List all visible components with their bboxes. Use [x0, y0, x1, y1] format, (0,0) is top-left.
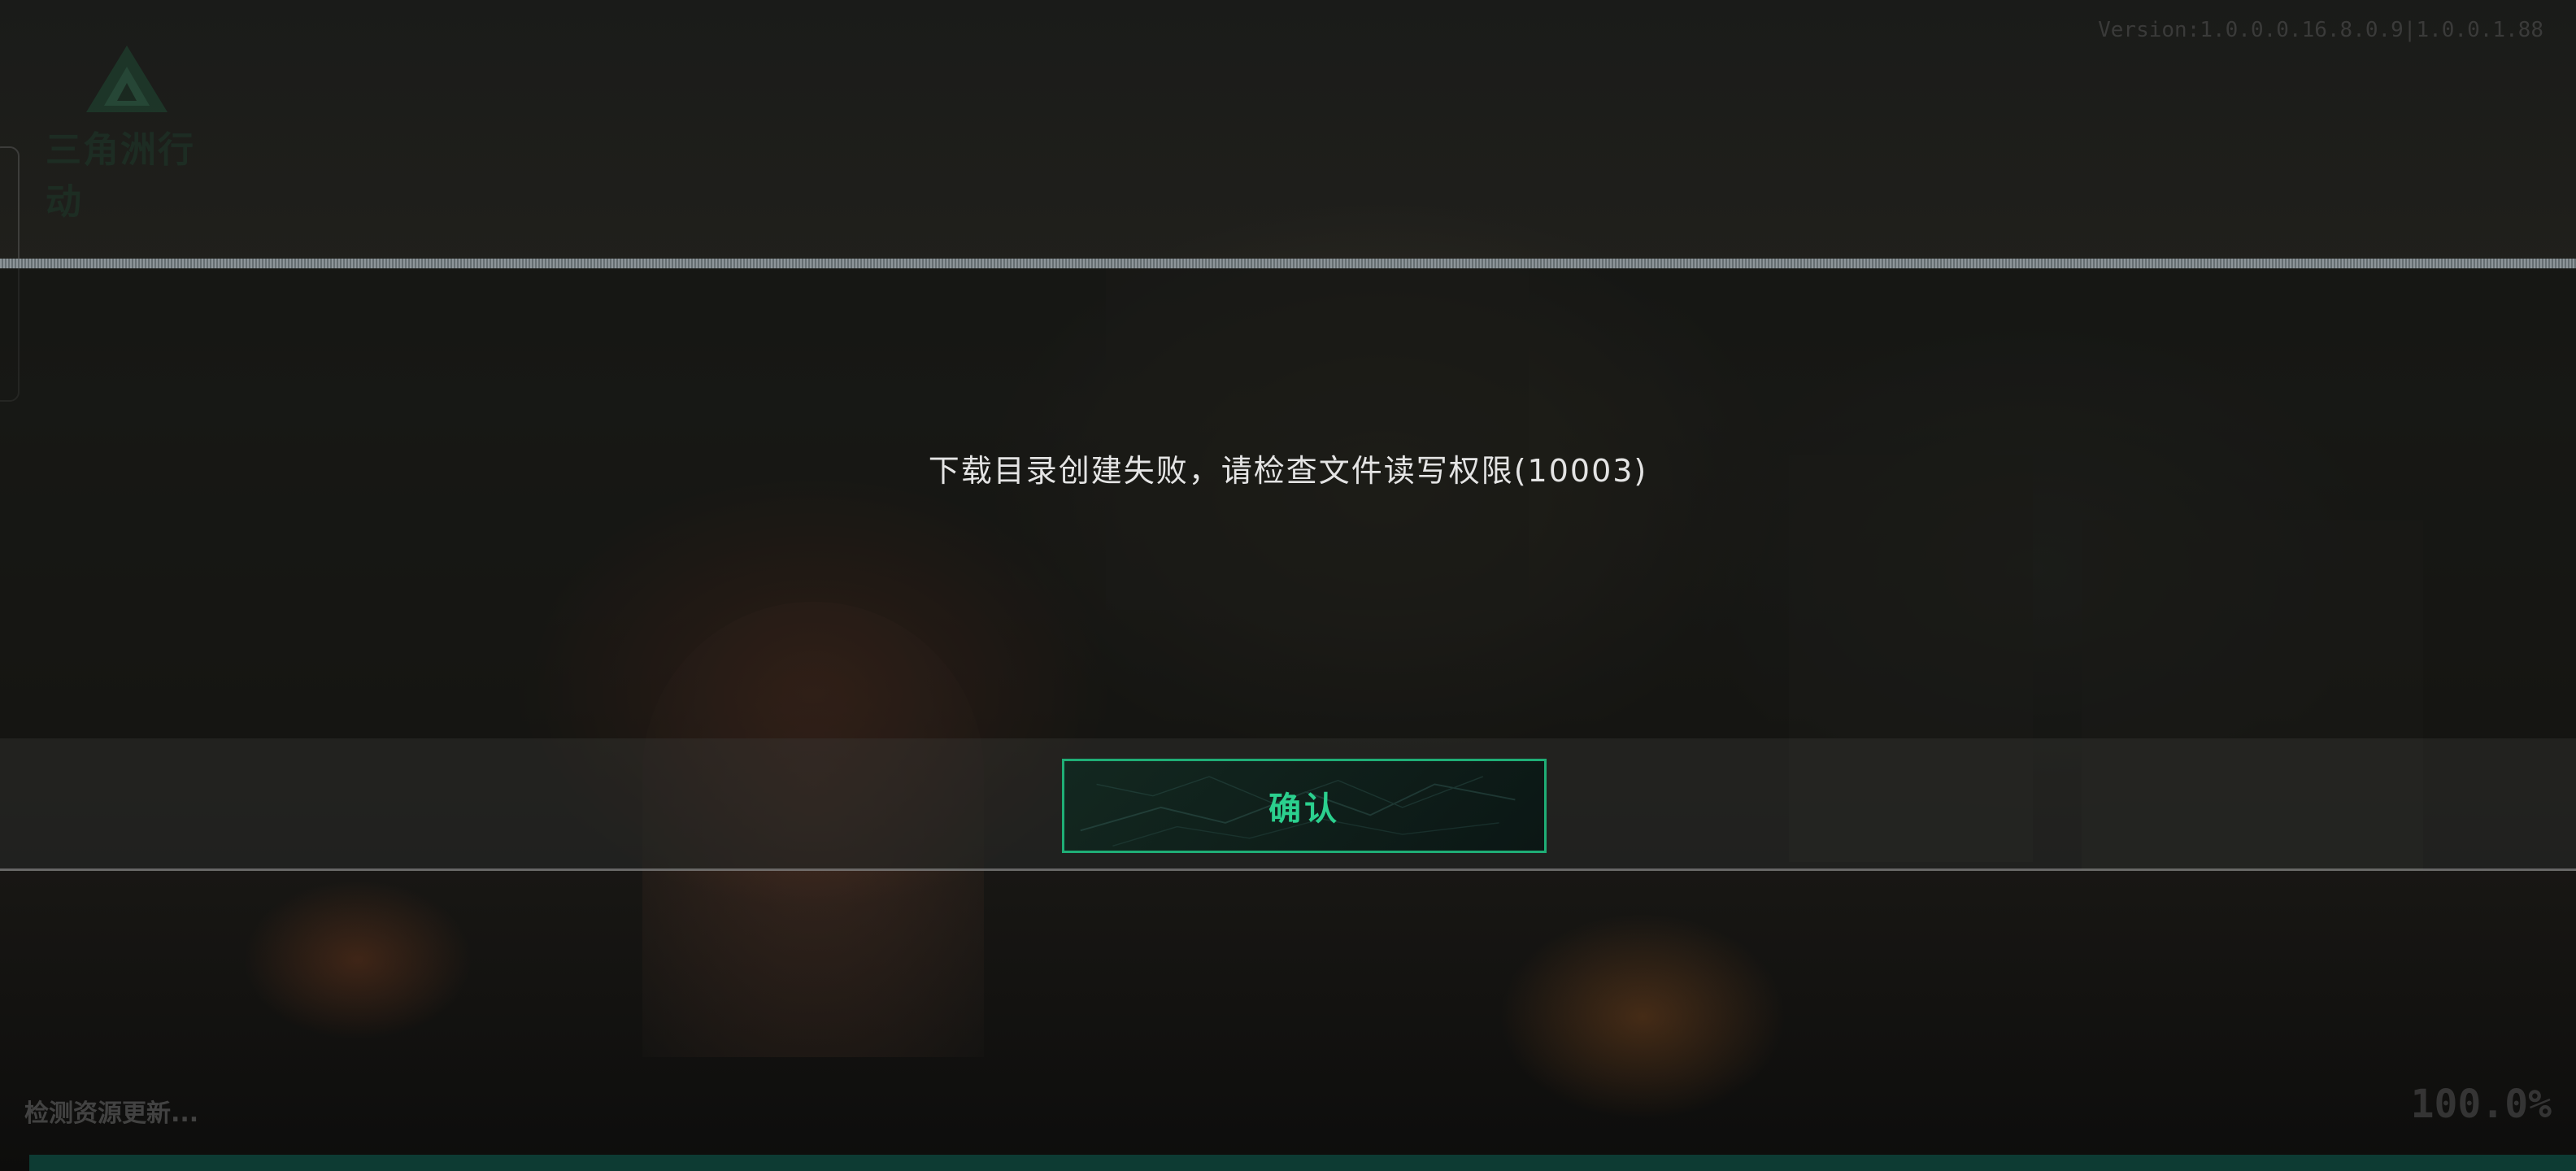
- game-launcher-screen: 三角洲行动 Version:1.0.0.0.16.8.0.9|1.0.0.1.8…: [0, 0, 2576, 1171]
- logo-text: 三角洲行动: [46, 129, 195, 223]
- error-dialog: 下载目录创建失败，请检查文件读写权限(10003) 确认: [0, 259, 2576, 871]
- dialog-top-rule: [0, 259, 2576, 268]
- progress-bar-fill: [29, 1155, 2576, 1171]
- progress-bar: [29, 1155, 2576, 1171]
- confirm-button-label: 确认: [1268, 790, 1340, 828]
- error-message: 下载目录创建失败，请检查文件读写权限(10003): [928, 453, 1648, 489]
- confirm-button[interactable]: 确认: [1062, 759, 1547, 853]
- progress-percent: 100.0%: [2410, 1082, 2552, 1127]
- delta-triangle-logo-icon: [86, 46, 168, 112]
- dialog-footer: 确认: [0, 738, 2576, 871]
- version-text: Version:1.0.0.0.16.8.0.9|1.0.0.1.88: [2098, 18, 2543, 42]
- update-status-text: 检测资源更新...: [24, 1099, 199, 1128]
- game-logo: 三角洲行动: [46, 42, 208, 223]
